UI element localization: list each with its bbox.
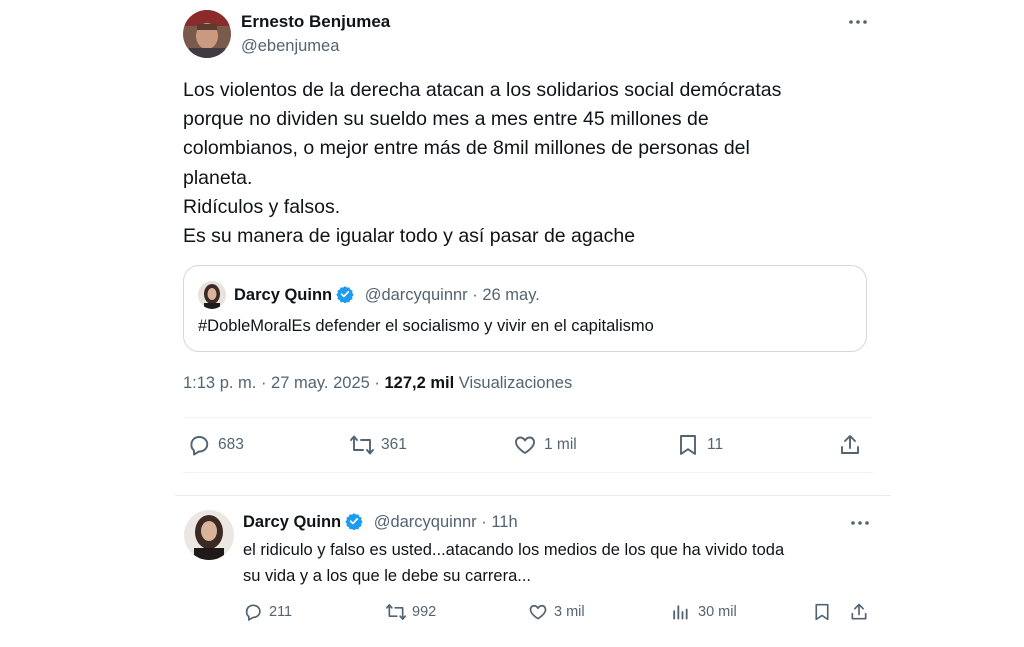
quote-author-handle[interactable]: @darcyquinnr — [365, 286, 468, 304]
like-button[interactable]: 1 mil — [513, 433, 577, 457]
section-divider — [175, 495, 891, 496]
reply-more-options-icon[interactable] — [850, 515, 870, 536]
tweet-text-line: porque no dividen su sueldo mes a mes en… — [183, 108, 709, 131]
divider — [183, 417, 873, 418]
bookmark-icon — [680, 435, 696, 455]
views-chart-icon — [673, 605, 688, 620]
reply-retweet-count: 992 — [412, 604, 437, 620]
quote-author-name[interactable]: Darcy Quinn — [234, 286, 332, 304]
reply-views-count: 30 mil — [698, 604, 737, 620]
divider — [183, 472, 873, 473]
share-button[interactable] — [838, 433, 862, 457]
share-icon — [841, 435, 859, 454]
verified-badge-icon — [336, 285, 354, 308]
reply-like-count: 3 mil — [554, 604, 585, 620]
reply-bookmark-button[interactable] — [813, 602, 831, 622]
tweet-meta: 1:13 p. m. · 27 may. 2025 · 127,2 mil Vi… — [183, 374, 572, 393]
bookmark-count: 11 — [707, 436, 724, 453]
verified-badge-icon — [345, 512, 363, 535]
tweet-text-line: Ridículos y falsos. — [183, 195, 341, 218]
reply-button[interactable]: 683 — [187, 433, 244, 457]
author-handle[interactable]: @ebenjumea — [241, 37, 339, 56]
reply-text-line: el ridiculo y falso es usted...atacando … — [243, 541, 785, 559]
reply-separator: · — [481, 513, 487, 531]
reply-icon — [245, 604, 261, 621]
retweet-count: 361 — [381, 436, 407, 453]
author-avatar[interactable] — [183, 10, 231, 58]
more-options-icon[interactable] — [848, 14, 868, 35]
retweet-icon — [350, 435, 374, 455]
tweet-text-line: planeta. — [183, 166, 253, 189]
quote-author-avatar[interactable] — [198, 281, 226, 309]
quote-text: #DobleMoralEs defender el socialismo y v… — [198, 317, 654, 335]
reply-reply-count: 211 — [269, 604, 293, 620]
tweet-text-line: Los violentos de la derecha atacan a los… — [183, 79, 782, 101]
tweet-text: Los violentos de la derecha atacan a los… — [183, 76, 863, 251]
reply-retweet-button[interactable]: 992 — [384, 602, 436, 622]
reply-reply-button[interactable]: 211 — [243, 602, 292, 622]
bookmark-icon — [815, 603, 829, 621]
reply-text-line: su vida y a los que le debe su carrera..… — [243, 567, 531, 585]
views-label: Visualizaciones — [458, 374, 573, 392]
quote-separator: · — [472, 286, 478, 304]
reply-time[interactable]: 11h — [491, 513, 517, 531]
tweet-timestamp[interactable]: 1:13 p. m. · 27 may. 2025 · — [183, 374, 380, 392]
reply-views-button[interactable]: 30 mil — [670, 602, 737, 622]
bookmark-button[interactable]: 11 — [677, 433, 723, 457]
like-count: 1 mil — [544, 436, 577, 453]
author-name[interactable]: Ernesto Benjumea — [241, 12, 390, 32]
quote-date[interactable]: 26 may. — [482, 286, 539, 304]
heart-icon — [515, 436, 535, 454]
reply-author-name[interactable]: Darcy Quinn — [243, 513, 341, 531]
share-icon — [851, 603, 867, 620]
tweet-text-line: colombianos, o mejor entre más de 8mil m… — [183, 137, 750, 160]
reply-share-button[interactable] — [849, 602, 869, 622]
tweet-text-line: Es su manera de igualar todo y así pasar… — [183, 225, 636, 248]
retweet-button[interactable]: 361 — [348, 433, 407, 457]
reply-author-avatar[interactable] — [184, 510, 234, 560]
quoted-tweet[interactable]: Darcy Quinn @darcyquinnr · 26 may. #Dobl… — [183, 265, 867, 352]
reply-icon — [190, 436, 209, 456]
views-count: 127,2 mil — [384, 374, 455, 392]
reply-like-button[interactable]: 3 mil — [528, 602, 585, 622]
heart-icon — [529, 604, 547, 620]
reply-text: el ridiculo y falso es usted...atacando … — [243, 537, 883, 589]
reply-author-handle[interactable]: @darcyquinnr — [374, 513, 477, 531]
retweet-icon — [386, 604, 406, 620]
reply-count: 683 — [218, 436, 244, 453]
